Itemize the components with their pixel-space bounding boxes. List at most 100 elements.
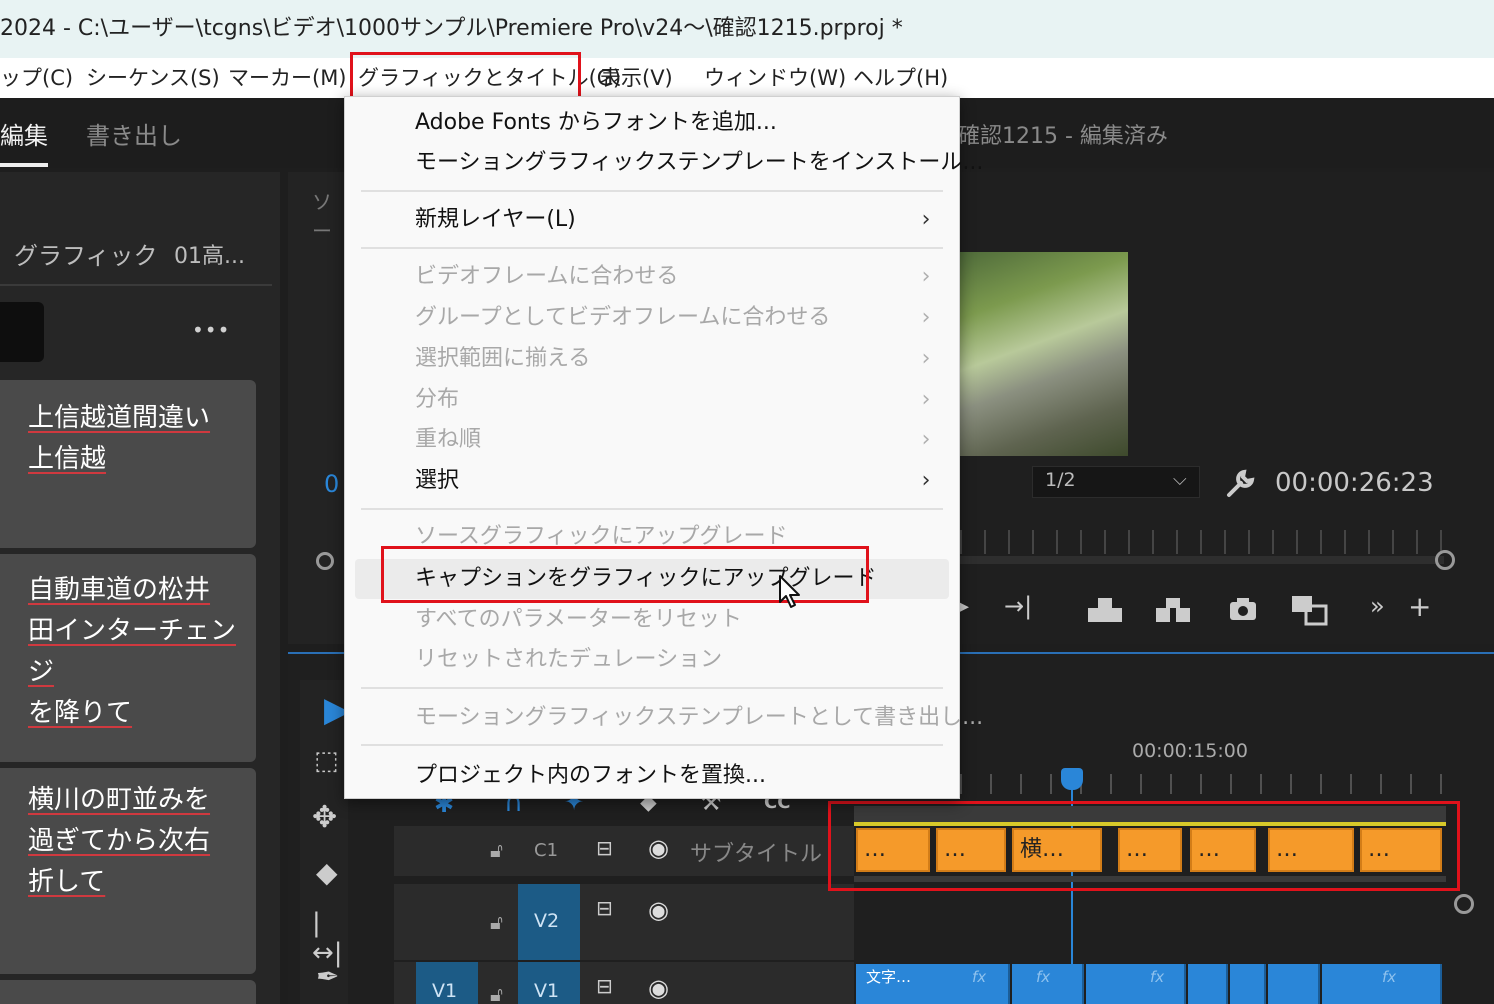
mouse-cursor-icon: [779, 575, 800, 608]
track-select-tool-icon[interactable]: ⬚: [314, 746, 339, 776]
menu-separator: [361, 687, 943, 689]
tab-sequence-name[interactable]: 01高...: [174, 238, 245, 270]
caption-clip[interactable]: …: [1268, 828, 1354, 872]
add-button-icon[interactable]: +: [1408, 590, 1431, 623]
caption-card[interactable]: 上信越道間違い 上信越: [0, 380, 256, 548]
lock-icon[interactable]: 🔓︎: [490, 838, 503, 862]
menu-separator: [361, 744, 943, 746]
menu-item-add-adobe-fonts[interactable]: Adobe Fonts からフォントを追加...: [415, 107, 777, 139]
video-clip[interactable]: fx: [1322, 964, 1442, 1004]
tab-graphics[interactable]: グラフィック: [14, 236, 158, 271]
video-clip[interactable]: fx: [1086, 964, 1186, 1004]
timeline-scroll-handle[interactable]: [1454, 894, 1474, 914]
menu-separator: [361, 190, 943, 192]
menu-sequence[interactable]: シーケンス(S): [86, 58, 220, 98]
video-clip[interactable]: 文字… fx: [856, 964, 1010, 1004]
menu-item-replace-fonts[interactable]: プロジェクト内のフォントを置換...: [415, 760, 766, 792]
video-clip[interactable]: fx: [1012, 964, 1084, 1004]
menu-window[interactable]: ウィンドウ(W): [704, 58, 846, 98]
caption-clip[interactable]: …: [1190, 828, 1256, 872]
camera-icon[interactable]: [1228, 596, 1258, 622]
lock-icon[interactable]: 🔓︎: [490, 982, 503, 1004]
caption-clip[interactable]: …: [1118, 828, 1182, 872]
magnet-icon[interactable]: ∩: [504, 796, 523, 818]
playhead-handle[interactable]: [1061, 768, 1083, 790]
timeline-toolbar: ✱ ∩ ✦ ⬥ ⚒ CC: [394, 796, 834, 824]
snap-icon[interactable]: ✱: [434, 796, 454, 818]
caption-clip[interactable]: …: [856, 828, 930, 872]
caption-text[interactable]: 上信越道間違い 上信越: [28, 398, 210, 480]
video-clip[interactable]: [1268, 964, 1320, 1004]
workspace-tab-edit[interactable]: 編集: [0, 116, 48, 151]
menu-clip[interactable]: ップ(C): [0, 58, 73, 98]
extract-icon[interactable]: [1154, 596, 1192, 624]
caption-text[interactable]: 自動車道の松井 田インターチェンジ を降りて: [28, 570, 256, 734]
caption-card[interactable]: 自動車道の松井 田インターチェンジ を降りて: [0, 554, 256, 762]
sync-lock-icon[interactable]: ⊟: [596, 836, 613, 860]
linked-selection-icon[interactable]: ✦: [564, 796, 584, 816]
track-target-v1[interactable]: V1: [518, 962, 580, 1004]
track-target-label: V1: [534, 980, 560, 1002]
menu-item-new-layer[interactable]: 新規レイヤー(L): [415, 204, 576, 236]
track-header-v2: 🔓︎ V2 ⊟ ◉: [394, 884, 854, 960]
track-target-c1[interactable]: C1: [534, 840, 558, 861]
lift-icon[interactable]: [1086, 596, 1124, 624]
menu-separator: [361, 247, 943, 249]
slip-tool-icon[interactable]: |↔|: [312, 908, 348, 968]
settings-wrench-icon[interactable]: ⚒: [700, 796, 722, 816]
caption-clip[interactable]: …: [1360, 828, 1442, 872]
track-header-v1: V1 🔓︎ V1 ⊟ ◉: [394, 962, 854, 1004]
track-target-v2[interactable]: V2: [518, 884, 580, 960]
wrench-icon[interactable]: [1224, 468, 1256, 500]
fx-badge: fx: [1036, 968, 1051, 986]
swatch-box[interactable]: [0, 302, 44, 362]
caption-text[interactable]: 横川の町並みを 過ぎてから次右 折して: [28, 780, 210, 903]
eye-icon[interactable]: ◉: [648, 974, 669, 1002]
video-clip-label: 文字…: [866, 968, 912, 986]
program-zoom-bar[interactable]: [960, 556, 1444, 564]
menu-item-reset-duration: リセットされたデュレーション: [415, 647, 723, 672]
sync-lock-icon[interactable]: ⊟: [596, 974, 613, 998]
caption-clip[interactable]: 横…: [1012, 828, 1102, 872]
add-marker-icon[interactable]: ⬥: [640, 796, 657, 816]
menu-view[interactable]: 表示(V): [600, 58, 673, 98]
menu-graphics-and-titles[interactable]: グラフィックとタイトル(G): [358, 58, 621, 98]
caption-clip[interactable]: …: [936, 828, 1006, 872]
resolution-dropdown[interactable]: 1/2 ⌵: [1032, 466, 1200, 498]
source-patch-v1[interactable]: V1: [416, 962, 478, 1004]
workspace-tab-export[interactable]: 書き出し: [86, 116, 182, 151]
menu-item-align-to-selection: 選択範囲に揃える: [415, 346, 591, 371]
pen-tool-icon[interactable]: ✒: [316, 960, 339, 993]
fx-badge: fx: [1382, 968, 1397, 986]
more-options-icon[interactable]: •••: [192, 318, 230, 342]
transport-controls: ▸ →| » +: [958, 590, 1478, 628]
source-tab-label[interactable]: ソー: [312, 186, 348, 244]
video-clip[interactable]: [1230, 964, 1266, 1004]
video-clip[interactable]: [1188, 964, 1228, 1004]
eye-icon[interactable]: ◉: [648, 896, 669, 924]
program-video-frame: [960, 252, 1128, 456]
caption-card[interactable]: 横川の町並みを 過ぎてから次右 折して: [0, 768, 256, 974]
more-controls-icon[interactable]: »: [1370, 592, 1385, 620]
menu-item-arrange: 重ね順: [415, 427, 482, 452]
lock-icon[interactable]: 🔓︎: [490, 910, 503, 934]
menu-item-install-mogrt[interactable]: モーショングラフィックステンプレートをインストール...: [415, 147, 983, 179]
go-to-out-icon[interactable]: →|: [1004, 592, 1032, 620]
caption-card[interactable]: [0, 980, 256, 1004]
menu-markers[interactable]: マーカー(M): [228, 58, 347, 98]
sync-lock-icon[interactable]: ⊟: [596, 896, 613, 920]
track-header-c1: 🔓︎ C1 ⊟ ◉ サブタイトル: [394, 826, 854, 876]
menu-item-upgrade-caption-to-graphic[interactable]: キャプションをグラフィックにアップグレード: [415, 563, 877, 595]
program-zoom-handle[interactable]: [1435, 550, 1455, 570]
razor-tool-icon[interactable]: ◆: [316, 856, 338, 889]
timeline-ruler-time: 00:00:15:00: [1132, 740, 1248, 762]
comparison-view-icon[interactable]: [1290, 594, 1330, 626]
menu-help[interactable]: ヘルプ(H): [853, 58, 948, 98]
menu-item-align-group-to-frame: グループとしてビデオフレームに合わせる: [415, 305, 831, 330]
timeline-ruler[interactable]: [960, 774, 1456, 794]
menu-item-select[interactable]: 選択: [415, 465, 459, 497]
source-scrub-handle[interactable]: [316, 552, 334, 570]
program-time-ruler[interactable]: [960, 530, 1450, 554]
eye-icon[interactable]: ◉: [648, 834, 669, 862]
ripple-edit-tool-icon[interactable]: ✥: [312, 800, 337, 835]
